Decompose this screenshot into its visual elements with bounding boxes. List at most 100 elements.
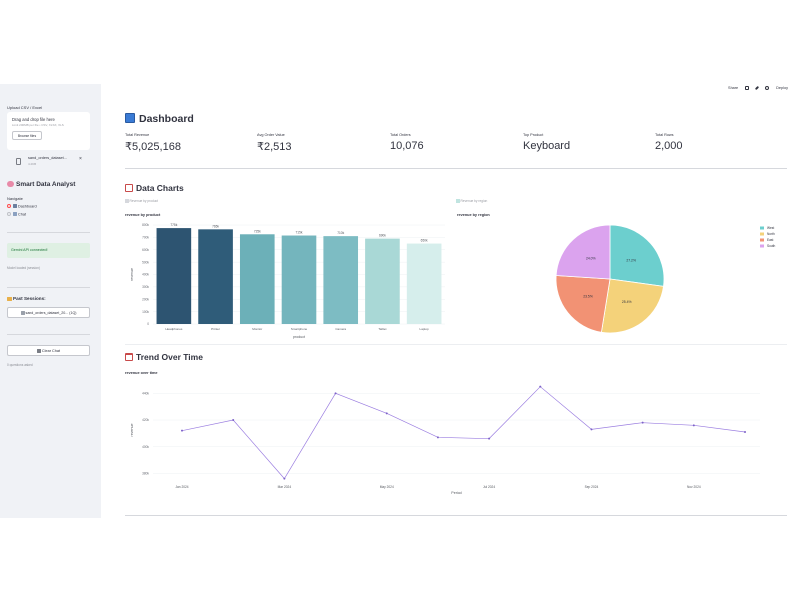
- chart-icon: [13, 204, 17, 208]
- pie-data-label: 24.0%: [586, 257, 596, 261]
- nav-chat[interactable]: Chat: [7, 212, 26, 217]
- pie-chart-title: revenue by region: [457, 213, 490, 217]
- radio-selected-icon: [7, 204, 11, 208]
- bar: [281, 235, 317, 324]
- model-note: Model loaded (session): [7, 266, 40, 270]
- bar-x-tick-label: Smartphone: [291, 327, 308, 331]
- metric-total-revenue: Total Revenue ₹5,025,168: [125, 133, 181, 153]
- bar-chart-icon: [125, 113, 135, 123]
- pie-slice: [555, 224, 611, 280]
- nav-dashboard[interactable]: Dashboard: [7, 204, 37, 209]
- metric-avg-order-value: Avg Order Value ₹2,513: [257, 133, 292, 153]
- line-y-axis-label: revenue: [130, 424, 134, 437]
- bar-y-tick-label: 200k: [142, 297, 149, 301]
- section-divider: [125, 168, 787, 169]
- github-icon[interactable]: [765, 86, 770, 90]
- line-chart-icon: [125, 184, 133, 192]
- legend-label: North: [767, 232, 775, 236]
- page-title: Dashboard: [125, 113, 194, 125]
- dropzone-limit: Limit 200MB per file • CSV, XLSX, XLS: [12, 123, 64, 127]
- bar-chart-title: revenue by product: [125, 213, 161, 217]
- bar-x-tick-label: Camera: [335, 327, 346, 331]
- star-icon[interactable]: [745, 86, 750, 90]
- legend-label: West: [767, 226, 774, 230]
- bar-data-label: 710k: [337, 231, 344, 235]
- file-dropzone[interactable]: Drag and drop file here Limit 200MB per …: [7, 112, 90, 150]
- legend-label: South: [767, 244, 776, 248]
- series-point: [590, 428, 593, 431]
- navigate-label: Navigate: [7, 196, 23, 201]
- bar-y-tick-label: 300k: [142, 285, 149, 289]
- line-x-axis-label: Period: [451, 491, 461, 495]
- bar-x-axis-label: product: [293, 335, 305, 339]
- session-item-button[interactable]: sand_orders_dataset_20... (1Q): [7, 307, 90, 318]
- legend-label: East: [767, 238, 773, 242]
- metric-total-orders: Total Orders 10,076: [390, 133, 424, 152]
- bar: [156, 228, 192, 324]
- legend-swatch: [760, 244, 764, 248]
- series-point: [488, 437, 491, 440]
- series-point: [744, 431, 746, 433]
- pie-data-label: 23.5%: [583, 295, 593, 299]
- sidebar-divider: [7, 287, 90, 288]
- metric-top-product: Top Product Keyboard: [523, 133, 571, 152]
- chat-bubble-icon: [13, 212, 17, 216]
- bar-data-label: 725k: [254, 229, 261, 233]
- line-y-tick-label: 420k: [142, 418, 149, 422]
- pie-chart-toggle[interactable]: Revenue by region: [456, 199, 487, 203]
- legend-swatch: [760, 232, 764, 236]
- sidebar-divider: [7, 232, 90, 233]
- checkbox-icon: [125, 199, 129, 203]
- deploy-button[interactable]: Deploy: [776, 86, 788, 90]
- series-point: [283, 477, 286, 480]
- radio-unselected-icon: [7, 212, 11, 216]
- pie-slice: [609, 224, 665, 287]
- file-size: 4.2KB: [28, 162, 37, 166]
- bar-y-tick-label: 600k: [142, 248, 149, 252]
- upload-label: Upload CSV / Excel: [7, 105, 43, 110]
- line-x-tick-label: Mar 2024: [278, 485, 292, 489]
- questions-note: 0 questions asked: [7, 363, 33, 367]
- file-icon: [16, 158, 21, 165]
- sidebar-divider: [7, 334, 90, 335]
- bar-y-tick-label: 500k: [142, 260, 149, 264]
- bar: [239, 234, 275, 324]
- metric-total-rows: Total Rows 2,000: [655, 133, 683, 152]
- bar-data-label: 650k: [421, 239, 428, 243]
- series-line: [181, 386, 746, 480]
- bar: [323, 236, 359, 324]
- app-title: Smart Data Analyst: [7, 181, 75, 188]
- bar-data-label: 715k: [296, 231, 303, 235]
- remove-file-icon[interactable]: ×: [79, 156, 82, 162]
- bar-data-label: 775k: [170, 223, 177, 227]
- edit-icon[interactable]: [755, 85, 760, 91]
- section-divider: [125, 344, 787, 345]
- clear-chat-button[interactable]: Clear Chat: [7, 345, 90, 356]
- app-page: Upload CSV / Excel Drag and drop file he…: [0, 0, 800, 600]
- series-point: [385, 412, 388, 415]
- series-point: [641, 421, 644, 424]
- pie-data-label: 27.2%: [626, 259, 636, 263]
- bar-x-tick-label: Printer: [211, 327, 220, 331]
- bar-x-tick-label: Headphones: [165, 327, 183, 331]
- browse-files-button[interactable]: Browse files: [12, 131, 42, 140]
- bar-y-axis-label: revenue: [130, 268, 134, 281]
- pie-slice: [600, 278, 664, 334]
- share-button[interactable]: Share: [728, 86, 738, 90]
- folder-icon: [7, 296, 12, 301]
- line-y-tick-label: 400k: [142, 445, 149, 449]
- brain-icon: [7, 181, 14, 187]
- section-divider: [125, 515, 787, 516]
- series-point: [334, 392, 337, 395]
- series-point: [232, 419, 235, 421]
- line-x-tick-label: Nov 2024: [687, 485, 701, 489]
- file-name: sand_orders_dataset...: [28, 156, 67, 160]
- trash-icon: [36, 348, 41, 353]
- data-charts-heading: Data Charts: [125, 183, 184, 193]
- success-alert: Gemini API connected!: [7, 243, 90, 258]
- uploaded-file: sand_orders_dataset... 4.2KB ×: [14, 156, 90, 170]
- sidebar: Upload CSV / Excel Drag and drop file he…: [0, 84, 101, 518]
- bar-chart-toggle[interactable]: Revenue by product: [125, 199, 158, 203]
- legend-swatch: [760, 226, 764, 230]
- file-icon: [20, 310, 25, 315]
